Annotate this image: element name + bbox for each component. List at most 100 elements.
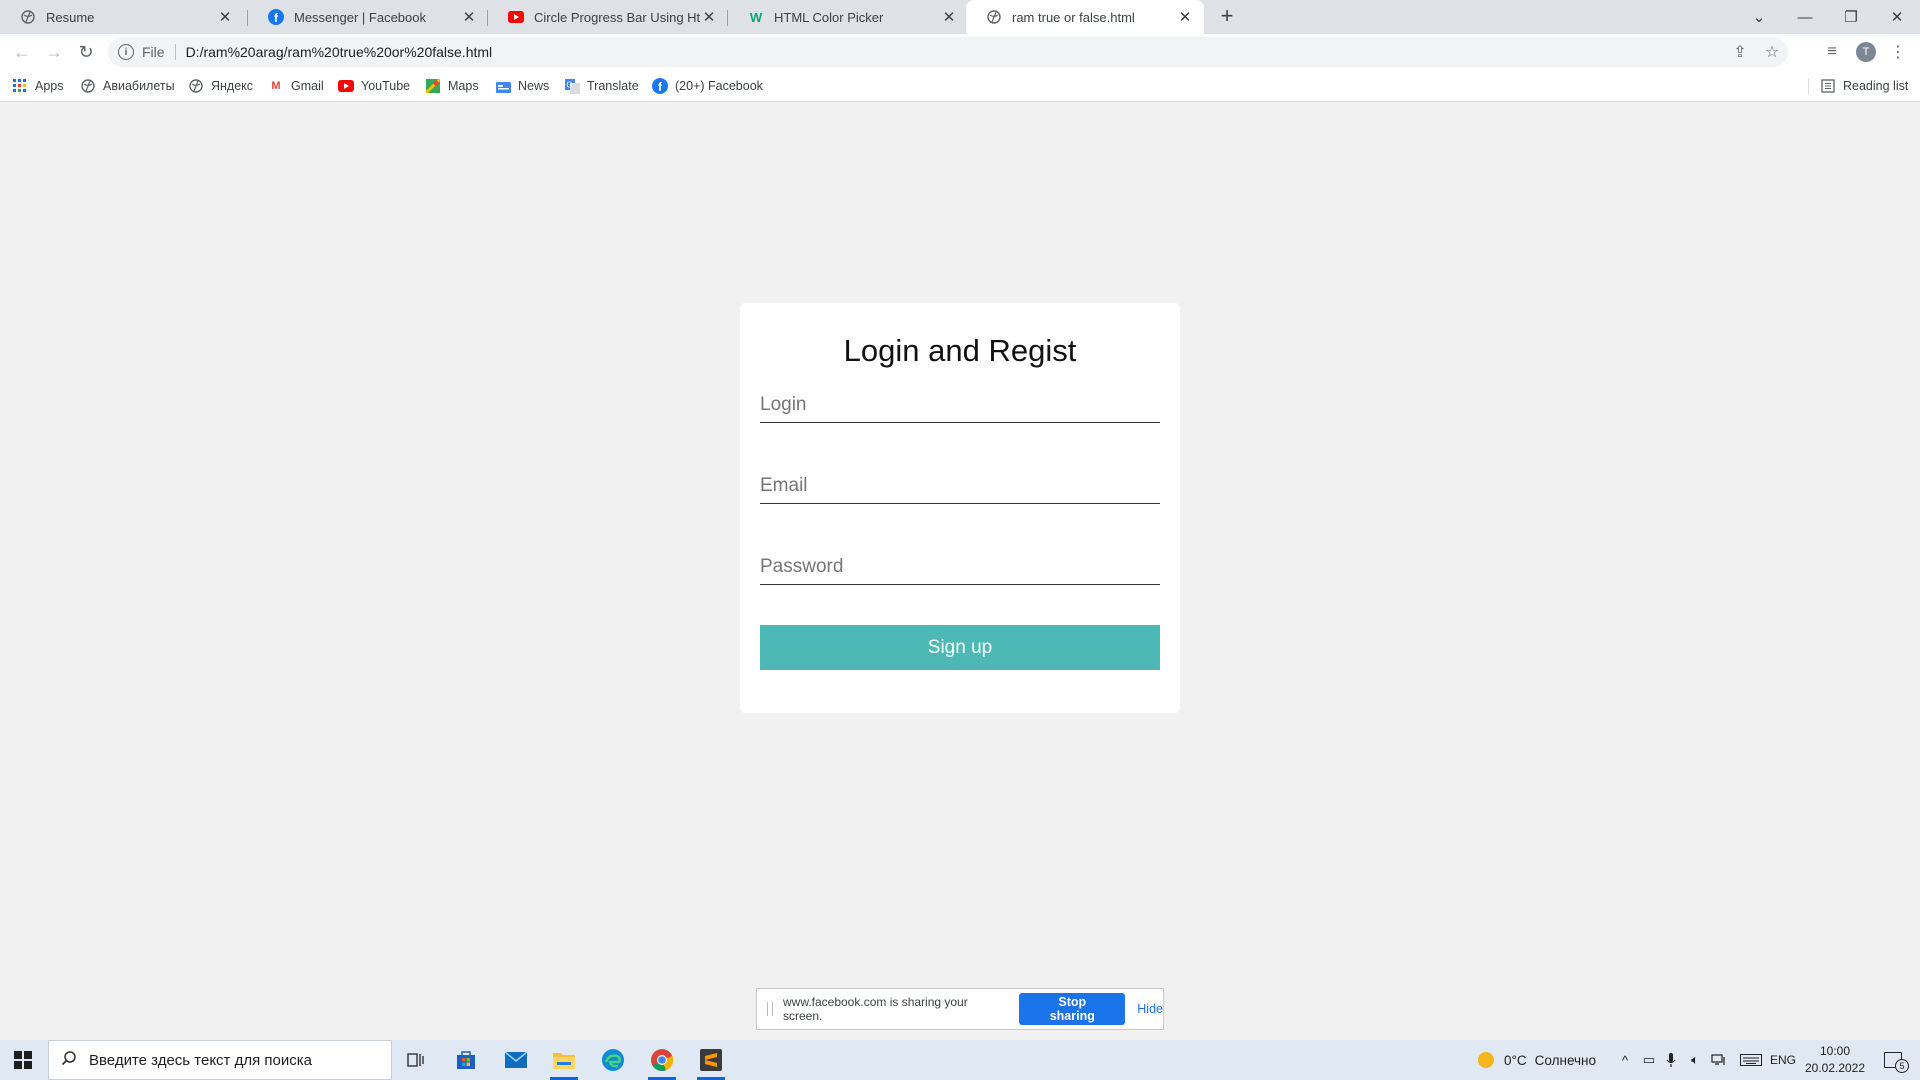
close-icon[interactable]: ✕ [700,8,718,26]
bookmark-yandex[interactable]: Яндекс [188,76,253,96]
sun-icon [1478,1052,1494,1068]
clock-date: 20.02.2022 [1804,1061,1866,1075]
info-icon[interactable]: i [118,44,134,60]
close-icon[interactable]: ✕ [940,8,958,26]
address-bar[interactable]: i File D:/ram%20arag/ram%20true%20or%20f… [108,37,1788,67]
globe-icon [986,9,1002,25]
globe-icon [80,78,96,94]
star-icon[interactable]: ☆ [1758,37,1786,67]
file-explorer-app[interactable] [540,1040,588,1080]
sublime-icon [700,1049,722,1071]
tab-circle-progress[interactable]: Circle Progress Bar Using Html C ✕ [488,0,728,34]
edge-app[interactable] [589,1040,637,1080]
drag-handle[interactable] [767,1002,773,1016]
profile-avatar[interactable]: T [1852,38,1880,66]
weather-widget[interactable]: 0°C Солнечно [1478,1040,1596,1080]
bookmark-label: News [518,79,550,93]
search-icon [61,1050,77,1071]
store-icon [457,1051,475,1069]
stop-sharing-button[interactable]: Stop sharing [1019,993,1126,1025]
bookmark-label: Maps [448,79,479,93]
bookmark-label: Gmail [291,79,324,93]
close-icon[interactable]: ✕ [460,8,478,26]
tab-messenger[interactable]: f Messenger | Facebook ✕ [248,0,488,34]
chevron-up-icon[interactable]: ^ [1614,1040,1636,1080]
share-icon[interactable]: ⇪ [1726,37,1754,67]
translate-icon: G [564,78,580,94]
task-view-icon [407,1053,424,1067]
reload-button[interactable]: ↻ [72,38,100,66]
chrome-icon [651,1049,674,1072]
clock[interactable]: 10:00 20.02.2022 [1800,1043,1870,1077]
taskbar-search[interactable]: Введите здесь текст для поиска [48,1040,392,1080]
bookmark-translate[interactable]: G Translate [564,76,639,96]
start-button[interactable] [0,1040,46,1080]
address-url[interactable]: D:/ram%20arag/ram%20true%20or%20false.ht… [186,44,493,60]
tab-color-picker[interactable]: W HTML Color Picker ✕ [728,0,968,34]
bookmark-news[interactable]: News [495,76,549,96]
tab-search-icon[interactable]: ⌄ [1736,0,1782,34]
facebook-icon: f [268,9,284,25]
forward-button[interactable]: → [40,38,68,66]
back-button[interactable]: ← [8,38,36,66]
language-label: ENG [1770,1053,1797,1067]
bookmark-label: Apps [35,79,64,93]
facebook-icon: f [652,78,668,94]
email-input[interactable] [760,468,1160,504]
sign-up-button[interactable]: Sign up [760,625,1160,670]
address-scheme: File [142,44,165,60]
folder-icon [553,1053,575,1069]
tab-ram-true-false[interactable]: ram true or false.html ✕ [966,0,1204,34]
weather-temperature: 0°C [1504,1052,1527,1068]
reading-list-icon [1820,78,1836,94]
notifications-button[interactable]: 5 [1878,1040,1909,1080]
weather-condition: Солнечно [1534,1052,1597,1068]
tab-title: Resume [46,9,95,25]
bookmark-maps[interactable]: Maps [425,76,479,96]
avatar: T [1856,42,1876,62]
mail-app[interactable] [492,1040,540,1080]
reading-list-button[interactable]: Reading list [1820,76,1908,96]
volume-icon[interactable]: 🔈︎ [1684,1040,1706,1080]
bookmark-facebook[interactable]: f (20+) Facebook [652,76,763,96]
tab-title: Messenger | Facebook [294,9,426,25]
task-view-button[interactable] [392,1040,440,1080]
menu-icon[interactable]: ⋮ [1884,38,1912,66]
apps-grid-icon [12,78,28,94]
edge-icon [602,1049,624,1071]
notification-count-badge: 5 [1895,1059,1909,1073]
media-control-icon[interactable]: ≡ [1818,38,1846,66]
microphone-icon[interactable] [1660,1040,1682,1080]
clock-time: 10:00 [1819,1044,1851,1058]
login-input[interactable] [760,387,1160,423]
tab-title: HTML Color Picker [774,9,884,25]
hide-sharing-bar-link[interactable]: Hide [1137,1002,1163,1016]
language-indicator[interactable]: ENG [1770,1040,1796,1080]
restore-button[interactable]: ❐ [1828,0,1874,34]
bookmark-youtube[interactable]: YouTube [338,76,410,96]
microsoft-store-app[interactable] [442,1040,490,1080]
password-input[interactable] [760,549,1160,585]
close-icon[interactable]: ✕ [1176,8,1194,26]
taskbar-search-placeholder: Введите здесь текст для поиска [89,1051,312,1069]
meet-now-icon[interactable]: ▭ [1638,1040,1660,1080]
sublime-text-app[interactable] [687,1040,735,1080]
screen-sharing-bar: www.facebook.com is sharing your screen.… [756,988,1164,1030]
reading-list-label: Reading list [1843,79,1909,93]
bookmark-label: Авиабилеты [103,79,175,93]
bookmark-label: Translate [587,79,639,93]
sharing-message: www.facebook.com is sharing your screen. [782,995,968,1023]
close-window-button[interactable]: ✕ [1874,0,1920,34]
keyboard-icon[interactable] [1738,1040,1764,1080]
bookmark-gmail[interactable]: M Gmail [268,76,324,96]
new-tab-button[interactable]: + [1215,5,1239,29]
network-icon[interactable] [1708,1040,1730,1080]
bookmark-aviabilety[interactable]: Авиабилеты [80,76,175,96]
close-icon[interactable]: ✕ [216,8,234,26]
bookmark-apps[interactable]: Apps [12,76,64,96]
windows-taskbar: Введите здесь текст для поиска 0°C Солне… [0,1040,1920,1080]
tab-resume[interactable]: Resume ✕ [0,0,244,34]
chrome-app[interactable] [638,1040,686,1080]
mail-icon [504,1051,528,1068]
minimize-button[interactable]: — [1782,0,1828,34]
